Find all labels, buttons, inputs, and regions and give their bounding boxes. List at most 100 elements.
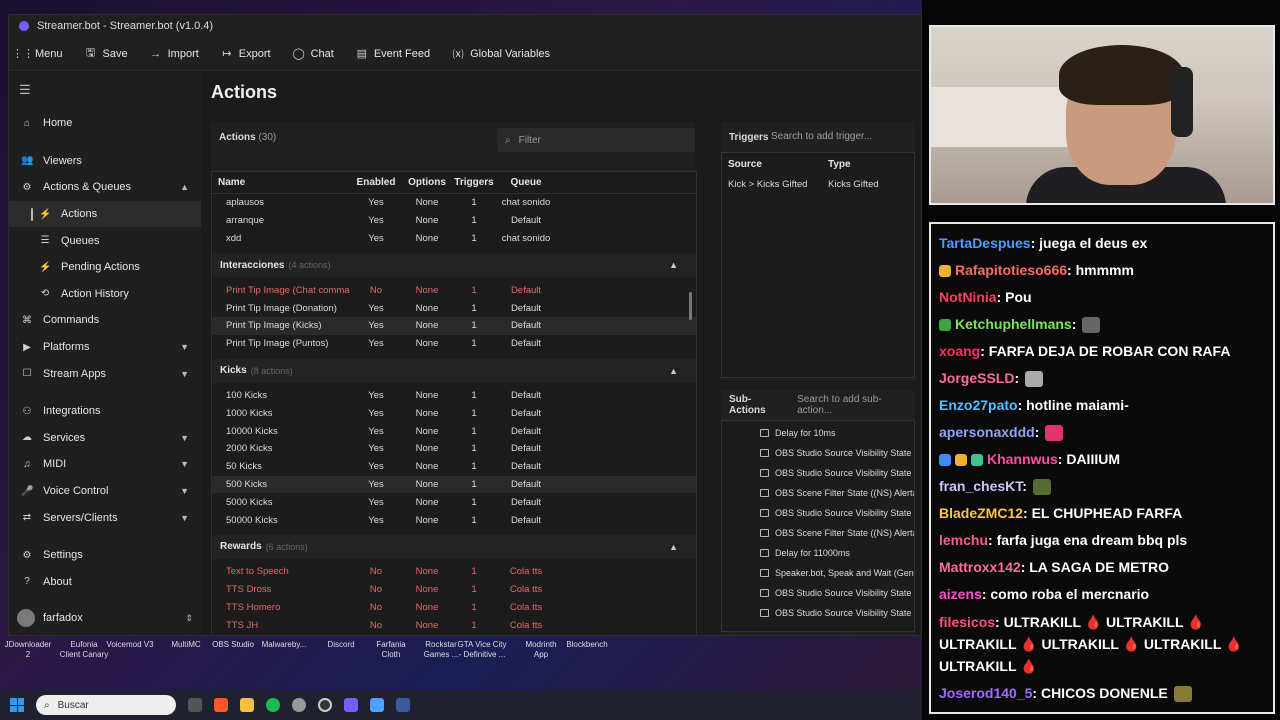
table-row[interactable]: aplausos Yes None 1 chat sonido (212, 194, 696, 212)
app-icon[interactable] (396, 698, 410, 712)
subaction-row[interactable]: Delay for 10ms (722, 423, 914, 443)
col-triggers[interactable]: Triggers (452, 177, 496, 188)
sidebar-item-home[interactable]: ⌂ Home (9, 110, 201, 137)
table-row[interactable]: 500 Kicks Yes None 1 Default (212, 475, 696, 494)
subaction-row[interactable]: OBS Scene Filter State ((NS) Alerta K (722, 523, 914, 543)
table-row[interactable]: TTS JH No None 1 Cola tts (212, 616, 696, 634)
desktop-shortcut[interactable]: OBS Studio (207, 640, 259, 650)
table-row[interactable]: 100 Kicks Yes None 1 Default (212, 387, 696, 405)
chat-username[interactable]: Enzo27pato (939, 397, 1018, 413)
table-row[interactable]: Print Tip Image (Kicks) Yes None 1 Default (212, 316, 696, 335)
hamburger-menu-icon[interactable]: ☰ (19, 82, 201, 100)
col-queue[interactable]: Queue (496, 177, 556, 188)
chat-username[interactable]: fran_chesKT (939, 478, 1022, 494)
group-header-interacciones[interactable]: Interacciones (4 actions) ▲ (212, 253, 696, 278)
table-row[interactable]: Print Tip Image (Puntos) Yes None 1 Default (212, 335, 696, 353)
group-header-kicks[interactable]: Kicks (8 actions) ▲ (212, 358, 696, 383)
table-row[interactable]: arranque Yes None 1 Default (212, 212, 696, 230)
col-enabled[interactable]: Enabled (350, 177, 402, 188)
desktop-shortcut[interactable]: Eufonia Client Canary (58, 640, 110, 660)
notepad-icon[interactable] (370, 698, 384, 712)
sidebar-item-action-history[interactable]: ⟲ Action History (9, 281, 201, 308)
table-row[interactable]: TTS Homero No None 1 Cola tts (212, 599, 696, 617)
desktop-shortcut[interactable]: Farfania Cloth (365, 640, 417, 660)
table-row[interactable]: xdd Yes None 1 chat sonido (212, 230, 696, 248)
sidebar-item-queues[interactable]: ☰ Queues (9, 227, 201, 254)
chat-username[interactable]: Rafapitotieso666 (955, 262, 1067, 278)
subaction-row[interactable]: Speaker.bot, Speak and Wait (Generi (722, 563, 914, 583)
chat-username[interactable]: Joserod140_5 (939, 685, 1032, 701)
filter-input[interactable]: ⌕ Filter (497, 128, 695, 152)
table-row[interactable]: Print Tip Image (Donation) Yes None 1 Defaul… (212, 299, 696, 317)
subaction-row[interactable]: OBS Studio Source Visibility State ((N (722, 583, 914, 603)
desktop-shortcut[interactable]: Blockbench (561, 640, 613, 650)
brave-icon[interactable] (214, 698, 228, 712)
chat-username[interactable]: Mattroxx142 (939, 559, 1021, 575)
sidebar-item-settings[interactable]: ⚙ Settings (9, 542, 201, 569)
toolbar-menu-button[interactable]: ⋮⋮ Menu (12, 48, 63, 61)
desktop-shortcut[interactable]: Discord (315, 640, 367, 650)
sidebar-item-actions[interactable]: ⚡ Actions (9, 200, 201, 228)
subaction-search-input[interactable]: Search to add sub-action... (797, 394, 907, 416)
sidebar-item-midi[interactable]: ♫ MIDI ▼ (9, 451, 201, 478)
toolbar-global-variables-button[interactable]: ⒳ Global Variables (452, 48, 550, 61)
task-view-icon[interactable] (188, 698, 202, 712)
desktop-shortcut[interactable]: JDownloader 2 (2, 640, 54, 660)
sidebar-item-about[interactable]: ? About (9, 569, 201, 596)
sidebar-item-viewers[interactable]: 👥 Viewers (9, 148, 201, 175)
chevron-up-icon[interactable]: ▲ (669, 260, 678, 270)
table-row[interactable]: 10000 Kicks Yes None 1 Default (212, 422, 696, 440)
spotify-icon[interactable] (266, 698, 280, 712)
col-options[interactable]: Options (402, 177, 452, 188)
desktop-shortcut[interactable]: MultiMC (160, 640, 212, 650)
obs-icon[interactable] (318, 698, 332, 712)
subaction-row[interactable]: OBS Studio Source Visibility State ((N (722, 603, 914, 623)
chevron-up-icon[interactable]: ▲ (669, 366, 678, 376)
chat-username[interactable]: BladeZMC12 (939, 505, 1023, 521)
user-account[interactable]: farfadox ⇕ (17, 609, 193, 627)
toolbar-import-button[interactable]: → Import (150, 48, 199, 60)
table-row[interactable]: 50 Kicks Yes None 1 Default (212, 458, 696, 476)
subaction-row[interactable]: OBS Scene Filter State ((NS) Alerta K (722, 483, 914, 503)
chat-username[interactable]: Ketchuphellmans (955, 316, 1072, 332)
table-row[interactable]: 5000 Kicks Yes None 1 Default (212, 493, 696, 511)
desktop-shortcut[interactable]: Malwareby... (258, 640, 310, 650)
chat-username[interactable]: xoang (939, 343, 980, 359)
chat-username[interactable]: aizens (939, 586, 982, 602)
chat-username[interactable]: Khannwus (987, 451, 1058, 467)
sidebar-item-commands[interactable]: ⌘ Commands (9, 307, 201, 334)
desktop-shortcut[interactable]: Modrinth App (515, 640, 567, 660)
sidebar-item-stream-apps[interactable]: ☐ Stream Apps ▼ (9, 360, 201, 387)
file-explorer-icon[interactable] (240, 698, 254, 712)
chat-username[interactable]: JorgeSSLD (939, 370, 1014, 386)
windows-start-icon[interactable] (10, 698, 24, 712)
col-name[interactable]: Name (212, 177, 350, 188)
subaction-row[interactable]: OBS Studio Source Visibility State ((N (722, 443, 914, 463)
subaction-row[interactable]: OBS Studio Source Visibility State ((N (722, 503, 914, 523)
toolbar-event-feed-button[interactable]: ▤ Event Feed (356, 48, 430, 61)
title-bar[interactable]: Streamer.bot - Streamer.bot (v1.0.4) (9, 15, 921, 37)
table-row[interactable]: Print Tip Image (Chat comman No None 1 Defau… (212, 281, 696, 299)
sidebar-item-platforms[interactable]: ▶ Platforms ▼ (9, 334, 201, 361)
group-header-rewards[interactable]: Rewards (6 actions) ▲ (212, 534, 696, 559)
toolbar-chat-button[interactable]: ◯ Chat (292, 48, 333, 61)
sidebar-item-actions-queues[interactable]: ⚙ Actions & Queues ▲ (9, 174, 201, 201)
trigger-search-input[interactable]: Search to add trigger... (771, 131, 872, 142)
sidebar-item-voice-control[interactable]: 🎤 Voice Control ▼ (9, 478, 201, 505)
chat-username[interactable]: lemchu (939, 532, 988, 548)
taskbar-search[interactable]: ⌕ Buscar (36, 695, 176, 715)
table-row[interactable]: 2000 Kicks Yes None 1 Default (212, 440, 696, 458)
chat-username[interactable]: NotNinia (939, 289, 997, 305)
desktop-shortcut[interactable]: GTA Vice City - Definitive ... (456, 640, 508, 660)
toolbar-save-button[interactable]: 🖫 Save (85, 47, 128, 60)
chat-username[interactable]: filesicos (939, 614, 995, 630)
table-row[interactable]: Text to Speech No None 1 Cola tts (212, 563, 696, 581)
trigger-row[interactable]: Kick > Kicks Gifted Kicks Gifted (722, 175, 914, 193)
chat-username[interactable]: TartaDespues (939, 235, 1031, 251)
sidebar-item-services[interactable]: ☁ Services ▼ (9, 425, 201, 452)
sidebar-item-pending-actions[interactable]: ⚡ Pending Actions (9, 254, 201, 281)
table-row[interactable]: TTS Dross No None 1 Cola tts (212, 581, 696, 599)
scrollbar-thumb[interactable] (689, 292, 692, 320)
table-row[interactable]: 50000 Kicks Yes None 1 Default (212, 511, 696, 529)
subaction-row[interactable]: OBS Studio Source Visibility State ((N (722, 463, 914, 483)
